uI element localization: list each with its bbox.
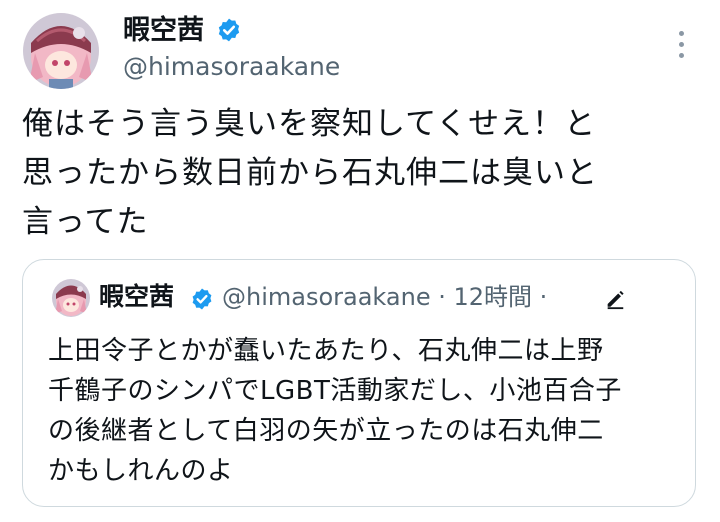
more-dot bbox=[678, 52, 684, 58]
more-dot bbox=[678, 30, 684, 36]
quoted-text: 上田令子とかが蠢いたあたり、石丸伸二は上野 千鶴子のシンパでLGBT活動家だし、… bbox=[48, 331, 688, 491]
quoted-tweet-card[interactable]: 暇空茜 @himasoraakane · 12時間 · 上田令子とかが蠢いたあた… bbox=[22, 259, 696, 507]
quoted-line: 千鶴子のシンパでLGBT活動家だし、小池百合子 bbox=[48, 376, 622, 406]
verified-badge-icon bbox=[190, 287, 214, 311]
quoted-line: かもしれんのよ bbox=[48, 456, 234, 486]
avatar[interactable] bbox=[23, 13, 99, 89]
quoted-meta: @himasoraakane · 12時間 · bbox=[222, 283, 548, 311]
quoted-line: 上田令子とかが蠢いたあたり、石丸伸二は上野 bbox=[48, 336, 604, 366]
verified-badge-icon bbox=[216, 17, 242, 43]
tweet-line: 言ってた bbox=[22, 204, 149, 240]
author-handle[interactable]: @himasoraakane bbox=[123, 51, 340, 83]
quoted-line: の後継者として白羽の矢が立ったのは石丸伸二 bbox=[48, 416, 604, 446]
tweet-text: 俺はそう言う臭いを察知してくせえ！と 思ったから数日前から石丸伸二は臭いと 言っ… bbox=[22, 100, 702, 247]
author-name[interactable]: 暇空茜 bbox=[123, 13, 204, 49]
more-options-icon[interactable] bbox=[666, 26, 696, 62]
quoted-avatar[interactable] bbox=[52, 279, 90, 317]
more-dot bbox=[678, 41, 684, 47]
quoted-author-name[interactable]: 暇空茜 bbox=[99, 280, 174, 314]
tweet-line: 俺はそう言う臭いを察知してくせえ！と bbox=[22, 106, 597, 142]
edited-pencil-icon bbox=[604, 288, 626, 310]
tweet-line: 思ったから数日前から石丸伸二は臭いと bbox=[22, 155, 598, 191]
